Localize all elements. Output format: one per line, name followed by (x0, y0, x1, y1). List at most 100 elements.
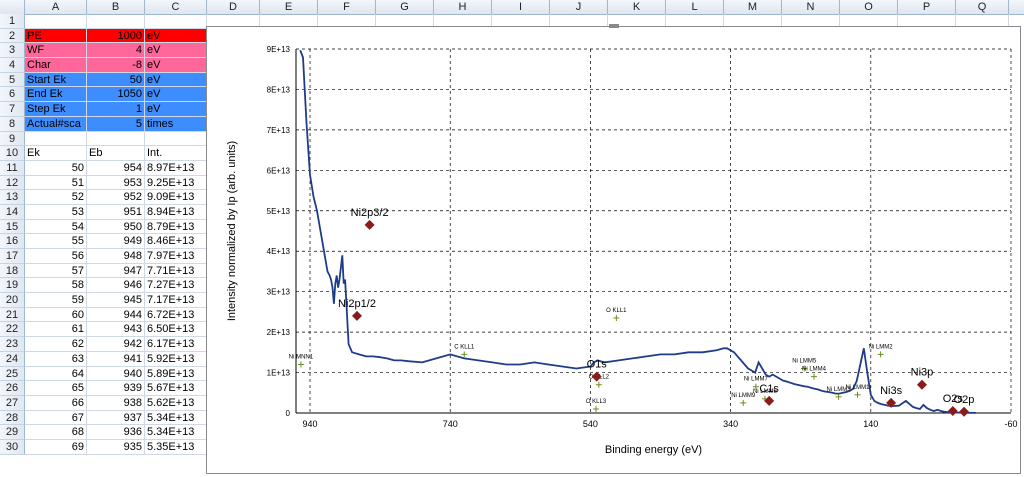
cell-a9[interactable] (25, 131, 87, 147)
cell-c6[interactable]: eV (145, 87, 207, 103)
cell-b13[interactable]: 952 (87, 190, 145, 205)
chart-resize-handle-top[interactable] (609, 24, 619, 28)
column-header-p[interactable]: P (898, 0, 956, 14)
column-header-l[interactable]: L (666, 0, 724, 14)
row-header[interactable]: 11 (0, 160, 25, 176)
cell-c3[interactable]: eV (145, 43, 207, 59)
cell-c2[interactable]: eV (145, 28, 207, 44)
cell-c21[interactable]: 6.72E+13 (145, 307, 207, 323)
cell-b29[interactable]: 936 (87, 425, 145, 440)
cell-a29[interactable]: 68 (25, 425, 87, 440)
cell-b3[interactable]: 4 (87, 43, 145, 59)
row-header[interactable]: 20 (0, 293, 25, 308)
row-header[interactable]: 23 (0, 337, 25, 352)
row-header[interactable]: 6 (0, 87, 25, 103)
cell-a25[interactable]: 64 (25, 366, 87, 382)
row-header[interactable]: 2 (0, 28, 25, 44)
cell-a14[interactable]: 53 (25, 204, 87, 220)
cell-a20[interactable]: 59 (25, 293, 87, 308)
cell-b22[interactable]: 943 (87, 322, 145, 338)
cell-a18[interactable]: 57 (25, 263, 87, 279)
cell-b8[interactable]: 5 (87, 116, 145, 132)
cell-b16[interactable]: 949 (87, 234, 145, 249)
cell-c18[interactable]: 7.71E+13 (145, 263, 207, 279)
column-header-o[interactable]: O (840, 0, 898, 14)
row-header[interactable]: 24 (0, 351, 25, 367)
cell-a6[interactable]: End Ek (25, 87, 87, 103)
xps-spectrum-chart[interactable]: 0 1E+13 2E+13 3E+13 4E+13 5E+13 6E+13 7E+13 8E+1… (206, 24, 1021, 474)
cell-c22[interactable]: 6.50E+13 (145, 322, 207, 338)
column-header-n[interactable]: N (782, 0, 840, 14)
cell-b2[interactable]: 1000 (87, 28, 145, 44)
cell-a12[interactable]: 51 (25, 175, 87, 191)
cell-c20[interactable]: 7.17E+13 (145, 293, 207, 308)
cell-a1[interactable] (25, 14, 87, 29)
cell-a13[interactable]: 52 (25, 190, 87, 205)
row-header[interactable]: 12 (0, 175, 25, 191)
column-header-a[interactable]: A (25, 0, 87, 14)
cell-c17[interactable]: 7.97E+13 (145, 249, 207, 264)
column-header-b[interactable]: B (87, 0, 145, 14)
cell-c25[interactable]: 5.89E+13 (145, 366, 207, 382)
column-header-g[interactable]: G (376, 0, 434, 14)
row-header[interactable]: 16 (0, 234, 25, 249)
cell-b5[interactable]: 50 (87, 72, 145, 88)
column-header-f[interactable]: F (318, 0, 376, 14)
cell-b30[interactable]: 935 (87, 439, 145, 455)
cell-b1[interactable] (87, 14, 145, 29)
cell-a7[interactable]: Step Ek (25, 102, 87, 117)
column-header-d[interactable]: D (207, 0, 260, 14)
cell-a28[interactable]: 67 (25, 410, 87, 426)
cell-c24[interactable]: 5.92E+13 (145, 351, 207, 367)
cell-b12[interactable]: 953 (87, 175, 145, 191)
row-header[interactable]: 30 (0, 439, 25, 455)
row-header[interactable]: 26 (0, 381, 25, 396)
row-header[interactable]: 1 (0, 14, 25, 29)
row-header[interactable]: 28 (0, 410, 25, 426)
cell-a24[interactable]: 63 (25, 351, 87, 367)
cell-c14[interactable]: 8.94E+13 (145, 204, 207, 220)
cell-b6[interactable]: 1050 (87, 87, 145, 103)
cell-c23[interactable]: 6.17E+13 (145, 337, 207, 352)
cell-a30[interactable]: 69 (25, 439, 87, 455)
select-all-corner[interactable] (0, 0, 25, 14)
cell-c27[interactable]: 5.62E+13 (145, 395, 207, 411)
cell-c4[interactable]: eV (145, 58, 207, 73)
cell-c30[interactable]: 5.35E+13 (145, 439, 207, 455)
row-header[interactable]: 5 (0, 72, 25, 88)
cell-c8[interactable]: times (145, 116, 207, 132)
cell-b14[interactable]: 951 (87, 204, 145, 220)
cell-b10[interactable]: Eb (87, 146, 145, 161)
column-header-m[interactable]: M (724, 0, 782, 14)
cell-a19[interactable]: 58 (25, 278, 87, 294)
cell-a26[interactable]: 65 (25, 381, 87, 396)
cell-b26[interactable]: 939 (87, 381, 145, 396)
cell-c13[interactable]: 9.09E+13 (145, 190, 207, 205)
cell-c29[interactable]: 5.34E+13 (145, 425, 207, 440)
cell-b4[interactable]: -8 (87, 58, 145, 73)
cell-c11[interactable]: 8.97E+13 (145, 160, 207, 176)
cell-b17[interactable]: 948 (87, 249, 145, 264)
cell-c7[interactable]: eV (145, 102, 207, 117)
column-header-j[interactable]: J (550, 0, 608, 14)
row-header[interactable]: 13 (0, 190, 25, 205)
column-header-k[interactable]: K (608, 0, 666, 14)
cell-c10[interactable]: Int. (145, 146, 207, 161)
cell-b20[interactable]: 945 (87, 293, 145, 308)
row-header[interactable]: 19 (0, 278, 25, 294)
cell-a16[interactable]: 55 (25, 234, 87, 249)
row-header[interactable]: 17 (0, 249, 25, 264)
cell-c9[interactable] (145, 131, 207, 147)
cell-a17[interactable]: 56 (25, 249, 87, 264)
cell-b19[interactable]: 946 (87, 278, 145, 294)
cell-a5[interactable]: Start Ek (25, 72, 87, 88)
row-header[interactable]: 9 (0, 131, 25, 147)
cell-b27[interactable]: 938 (87, 395, 145, 411)
cell-c1[interactable] (145, 14, 207, 29)
row-header[interactable]: 21 (0, 307, 25, 323)
row-header[interactable]: 27 (0, 395, 25, 411)
column-header-e[interactable]: E (260, 0, 318, 14)
cell-a21[interactable]: 60 (25, 307, 87, 323)
column-header-i[interactable]: I (492, 0, 550, 14)
cell-c28[interactable]: 5.34E+13 (145, 410, 207, 426)
